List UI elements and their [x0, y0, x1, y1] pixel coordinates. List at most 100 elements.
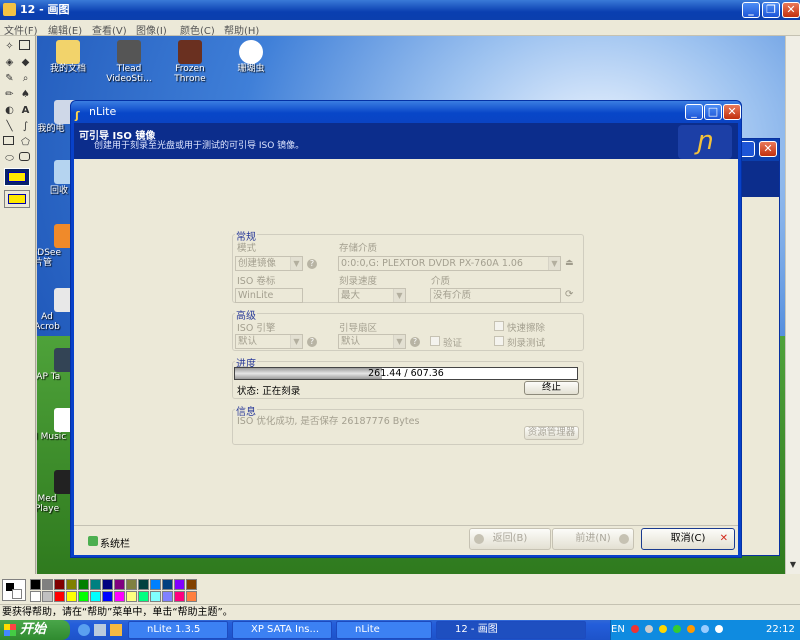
tray-security-icon[interactable] [673, 625, 681, 633]
rounded-rect-tool-icon[interactable] [19, 152, 30, 161]
airbrush-tool-icon[interactable]: ◐ [3, 104, 16, 117]
desktop-qq-penguin-icon[interactable] [239, 40, 263, 64]
menu-view[interactable]: 查看(V) [92, 22, 127, 37]
palette-swatch[interactable] [138, 579, 149, 590]
fill-tool-icon[interactable]: ◆ [19, 56, 32, 69]
speed-select[interactable]: 最大 ▼ [338, 288, 406, 303]
palette-swatch[interactable] [186, 591, 197, 602]
start-button[interactable]: 开始 [0, 620, 70, 640]
scroll-down-arrow-icon[interactable]: ▼ [787, 560, 799, 572]
refresh-icon[interactable]: ⟳ [565, 289, 573, 300]
close-button[interactable]: ✕ [782, 2, 800, 18]
task-paint[interactable]: 12 - 画图 [436, 621, 586, 639]
palette-swatch[interactable] [102, 579, 113, 590]
maximize-button[interactable]: ❐ [762, 2, 780, 18]
palette-swatch[interactable] [54, 579, 65, 590]
palette-swatch[interactable] [42, 591, 53, 602]
brush-tool-icon[interactable]: ♠ [19, 88, 32, 101]
task-nlite[interactable]: nLite [336, 621, 432, 639]
help-icon[interactable]: ? [307, 337, 317, 347]
palette-swatch[interactable] [138, 591, 149, 602]
palette-swatch[interactable] [90, 579, 101, 590]
palette-swatch[interactable] [54, 591, 65, 602]
paint-titlebar[interactable]: 12 - 画图 _ ❐ ✕ [0, 0, 800, 20]
palette-swatch[interactable] [186, 579, 197, 590]
menu-image[interactable]: 图像(I) [136, 22, 167, 37]
eject-icon[interactable]: ⏏ [565, 258, 575, 268]
palette-swatch[interactable] [174, 591, 185, 602]
rectangle-tool-icon[interactable] [3, 136, 14, 145]
palette-swatch[interactable] [78, 591, 89, 602]
vertical-scrollbar[interactable]: ▼ [785, 36, 800, 574]
cancel-button[interactable]: 取消(C) ✕ [641, 528, 735, 550]
menu-edit[interactable]: 编辑(E) [48, 22, 82, 37]
ellipse-tool-icon[interactable]: ⬭ [3, 152, 16, 165]
nlite-titlebar[interactable]: ʃ nLite _ □ ✕ [71, 101, 741, 123]
curve-tool-icon[interactable]: ∫ [19, 120, 32, 133]
minimize-button[interactable]: _ [742, 2, 760, 18]
boot-select[interactable]: 默认 ▼ [338, 334, 406, 349]
tool-option-transparent[interactable] [4, 190, 30, 208]
desktop-folder-icon[interactable] [56, 40, 80, 64]
eraser-tool-icon[interactable]: ◈ [3, 56, 16, 69]
back-button[interactable]: 返回(B) [469, 528, 551, 550]
nlite-minimize-button[interactable]: _ [685, 104, 703, 120]
polygon-tool-icon[interactable]: ⬠ [19, 136, 32, 149]
stop-button[interactable]: 终止 [524, 381, 579, 395]
system-tray-icon[interactable] [88, 536, 98, 546]
nlite-maximize-button[interactable]: □ [704, 104, 722, 120]
palette-swatch[interactable] [114, 579, 125, 590]
engine-select[interactable]: 默认 ▼ [235, 334, 303, 349]
palette-swatch[interactable] [162, 591, 173, 602]
ie-quicklaunch-icon[interactable] [78, 624, 90, 636]
palette-swatch[interactable] [150, 591, 161, 602]
desktop-video-icon[interactable] [117, 40, 141, 64]
tray-qq-icon[interactable] [659, 625, 667, 633]
help-icon[interactable]: ? [410, 337, 420, 347]
next-button[interactable]: 前进(N) [552, 528, 634, 550]
menu-colors[interactable]: 颜色(C) [180, 22, 215, 37]
quick-erase-checkbox[interactable] [494, 321, 504, 331]
picker-tool-icon[interactable]: ✎ [3, 72, 16, 85]
palette-swatch[interactable] [42, 579, 53, 590]
task-xp-sata[interactable]: XP SATA Ins... [232, 621, 332, 639]
back-close-button[interactable]: ✕ [759, 141, 777, 157]
palette-swatch[interactable] [66, 579, 77, 590]
current-colors[interactable] [2, 579, 26, 601]
tray-network-icon[interactable] [645, 625, 653, 633]
magnifier-tool-icon[interactable]: ⌕ [19, 72, 32, 85]
media-select[interactable]: 0:0:0,G: PLEXTOR DVDR PX-760A 1.06 ▼ [338, 256, 561, 271]
test-burn-checkbox[interactable] [494, 336, 504, 346]
tray-misc-icon[interactable] [715, 625, 723, 633]
mode-select[interactable]: 创建镜像 ▼ [235, 256, 303, 271]
menu-help[interactable]: 帮助(H) [224, 22, 259, 37]
tray-update-icon[interactable] [687, 625, 695, 633]
menu-file[interactable]: 文件(F) [4, 22, 38, 37]
palette-swatch[interactable] [174, 579, 185, 590]
tray-label[interactable]: 系统栏 [100, 535, 130, 550]
palette-swatch[interactable] [114, 591, 125, 602]
palette-swatch[interactable] [162, 579, 173, 590]
verify-checkbox[interactable] [430, 336, 440, 346]
tool-option-selected[interactable] [4, 168, 30, 186]
pencil-tool-icon[interactable]: ✏ [3, 88, 16, 101]
palette-swatch[interactable] [126, 579, 137, 590]
explorer-button[interactable]: 资源管理器 [524, 426, 579, 440]
tray-app-icon[interactable] [631, 625, 639, 633]
help-icon[interactable]: ? [307, 259, 317, 269]
tray-volume-icon[interactable] [701, 625, 709, 633]
line-tool-icon[interactable]: ╲ [3, 120, 16, 133]
nlite-close-button[interactable]: ✕ [723, 104, 741, 120]
palette-swatch[interactable] [66, 591, 77, 602]
rect-select-tool-icon[interactable] [19, 40, 30, 50]
free-select-tool-icon[interactable]: ✧ [3, 40, 16, 53]
palette-swatch[interactable] [30, 579, 41, 590]
palette-swatch[interactable] [126, 591, 137, 602]
desktop-quicklaunch-icon[interactable] [94, 624, 106, 636]
language-indicator[interactable]: EN [611, 624, 625, 635]
nlite-window[interactable]: ʃ nLite _ □ ✕ 可引导 ISO 镜像 创建用于刻录至光盘或用于测试的… [70, 100, 742, 558]
explorer-quicklaunch-icon[interactable] [110, 624, 122, 636]
palette-swatch[interactable] [78, 579, 89, 590]
text-tool-icon[interactable]: A [19, 104, 32, 117]
palette-swatch[interactable] [102, 591, 113, 602]
